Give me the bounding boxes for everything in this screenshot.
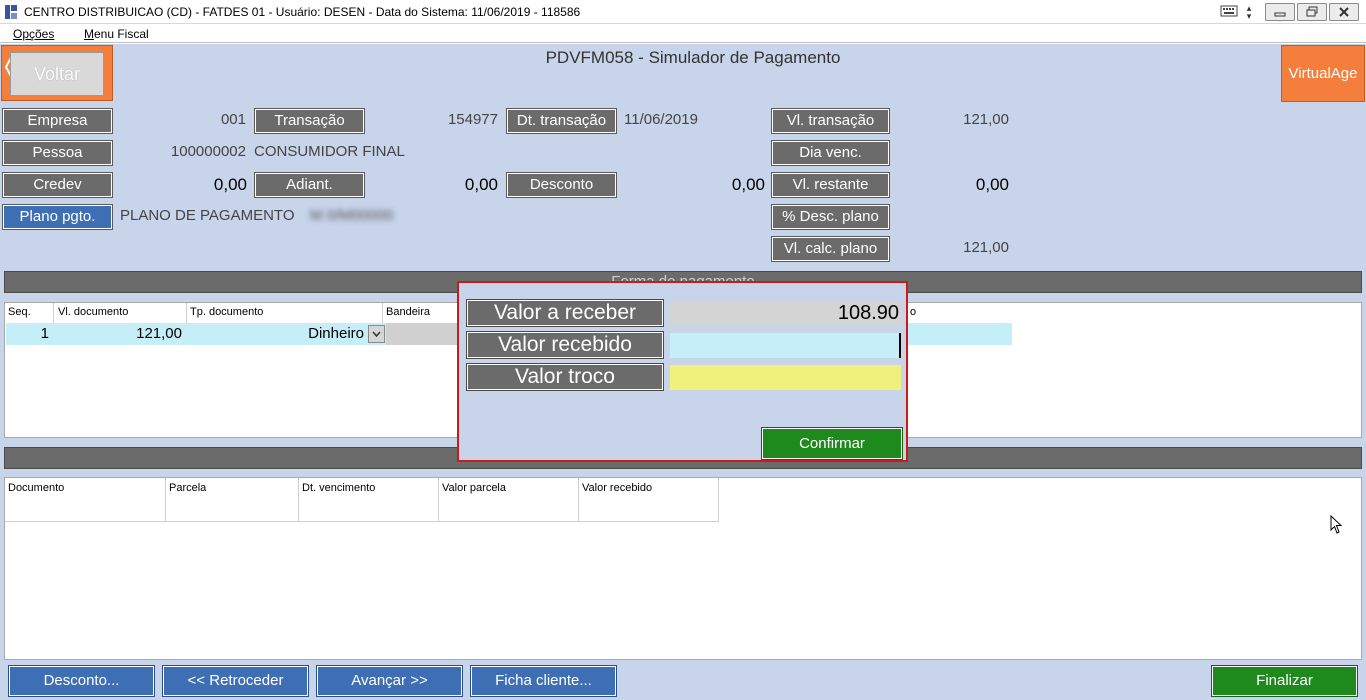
payment-modal: Valor a receber Valor recebido Valor tro…: [457, 281, 908, 462]
adiant-label[interactable]: Adiant.: [254, 172, 365, 198]
vl-calc-plano-label[interactable]: Vl. calc. plano: [771, 236, 890, 262]
parcel-grid: Documento Parcela Dt. vencimento Valor p…: [4, 477, 1362, 660]
valor-receber-label: Valor a receber: [466, 299, 664, 327]
virtualage-button[interactable]: VirtualAge: [1281, 45, 1365, 102]
voltar-label: Voltar: [10, 52, 104, 96]
retroceder-button[interactable]: << Retroceder: [162, 665, 309, 697]
row-tp-documento[interactable]: Dinheiro: [192, 325, 364, 342]
adiant-value: 0,00: [464, 175, 498, 194]
vl-restante-label[interactable]: Vl. restante: [771, 172, 890, 198]
col-valor-recebido[interactable]: Valor recebido: [582, 482, 652, 494]
transacao-value: 154977: [447, 111, 498, 128]
row-vl-documento: 121,00: [136, 325, 182, 342]
chevron-down-icon: [372, 331, 381, 338]
col-valor-parcela[interactable]: Valor parcela: [442, 482, 506, 494]
menu-opcoes[interactable]: Opções: [13, 27, 54, 41]
vl-transacao-value: 121,00: [963, 111, 1009, 128]
col-seq[interactable]: Seq.: [8, 306, 31, 318]
col-vl-documento[interactable]: Vl. documento: [58, 306, 128, 318]
valor-receber-field: [670, 301, 901, 326]
desconto-label[interactable]: Desconto: [506, 172, 617, 198]
desconto-value: 0,00: [731, 175, 765, 194]
col-tp-documento[interactable]: Tp. documento: [190, 306, 263, 318]
col-partial[interactable]: o: [910, 306, 916, 318]
desconto-button[interactable]: Desconto...: [8, 665, 155, 697]
finalizar-button[interactable]: Finalizar: [1211, 665, 1358, 697]
bandeira-cell[interactable]: [386, 323, 460, 345]
menu-bar: Opções Menu Fiscal: [0, 25, 1366, 43]
confirmar-label: Confirmar: [799, 435, 865, 452]
restore-button[interactable]: [1297, 3, 1327, 21]
keyboard-dropdown-icon[interactable]: ▴ ▾: [1244, 4, 1254, 21]
credev-label[interactable]: Credev: [2, 172, 113, 198]
desc-plano-label[interactable]: % Desc. plano: [771, 204, 890, 230]
transacao-label[interactable]: Transação: [254, 108, 365, 134]
vl-calc-plano-value: 121,00: [963, 239, 1009, 256]
minimize-button[interactable]: [1265, 3, 1295, 21]
title-bar: CENTRO DISTRIBUICAO (CD) - FATDES 01 - U…: [0, 0, 1366, 24]
plano-value: PLANO DE PAGAMENTO: [120, 207, 295, 224]
empresa-label[interactable]: Empresa: [2, 108, 113, 134]
valor-troco-field: [670, 365, 901, 390]
app-icon: [5, 5, 17, 19]
dia-venc-label[interactable]: Dia venc.: [771, 140, 890, 166]
avancar-button[interactable]: Avançar >>: [316, 665, 463, 697]
empresa-value: 001: [220, 111, 246, 128]
valor-recebido-field[interactable]: [670, 333, 901, 358]
vl-transacao-label[interactable]: Vl. transação: [771, 108, 890, 134]
tp-documento-dropdown[interactable]: [368, 325, 385, 343]
keyboard-icon[interactable]: [1220, 4, 1238, 18]
close-button[interactable]: [1329, 3, 1359, 21]
valor-recebido-label: Valor recebido: [466, 331, 664, 359]
window-title: CENTRO DISTRIBUICAO (CD) - FATDES 01 - U…: [24, 5, 581, 19]
page-title: PDVFM058 - Simulador de Pagamento: [545, 48, 841, 67]
valor-troco-label: Valor troco: [466, 363, 664, 391]
dt-transacao-value: 11/06/2019: [624, 111, 698, 128]
dt-transacao-label[interactable]: Dt. transação: [506, 108, 617, 134]
col-documento[interactable]: Documento: [8, 482, 64, 494]
plano-code-blurred: M 0/M00000: [310, 207, 394, 224]
confirmar-button[interactable]: Confirmar: [761, 427, 903, 460]
col-parcela[interactable]: Parcela: [169, 482, 206, 494]
row-seq: 1: [40, 325, 49, 342]
plano-pgto-label[interactable]: Plano pgto.: [2, 204, 113, 230]
ficha-cliente-button[interactable]: Ficha cliente...: [470, 665, 617, 697]
credev-value: 0,00: [213, 175, 247, 194]
vl-restante-value: 0,00: [975, 175, 1009, 194]
voltar-button[interactable]: Voltar: [1, 45, 113, 101]
pessoa-label[interactable]: Pessoa: [2, 140, 113, 166]
menu-fiscal[interactable]: Menu Fiscal: [84, 27, 149, 41]
col-bandeira[interactable]: Bandeira: [386, 306, 430, 318]
pessoa-name: CONSUMIDOR FINAL: [254, 143, 405, 160]
pessoa-code: 100000002: [170, 143, 246, 160]
col-dt-vencimento[interactable]: Dt. vencimento: [302, 482, 375, 494]
mouse-cursor-icon: [1330, 515, 1343, 534]
